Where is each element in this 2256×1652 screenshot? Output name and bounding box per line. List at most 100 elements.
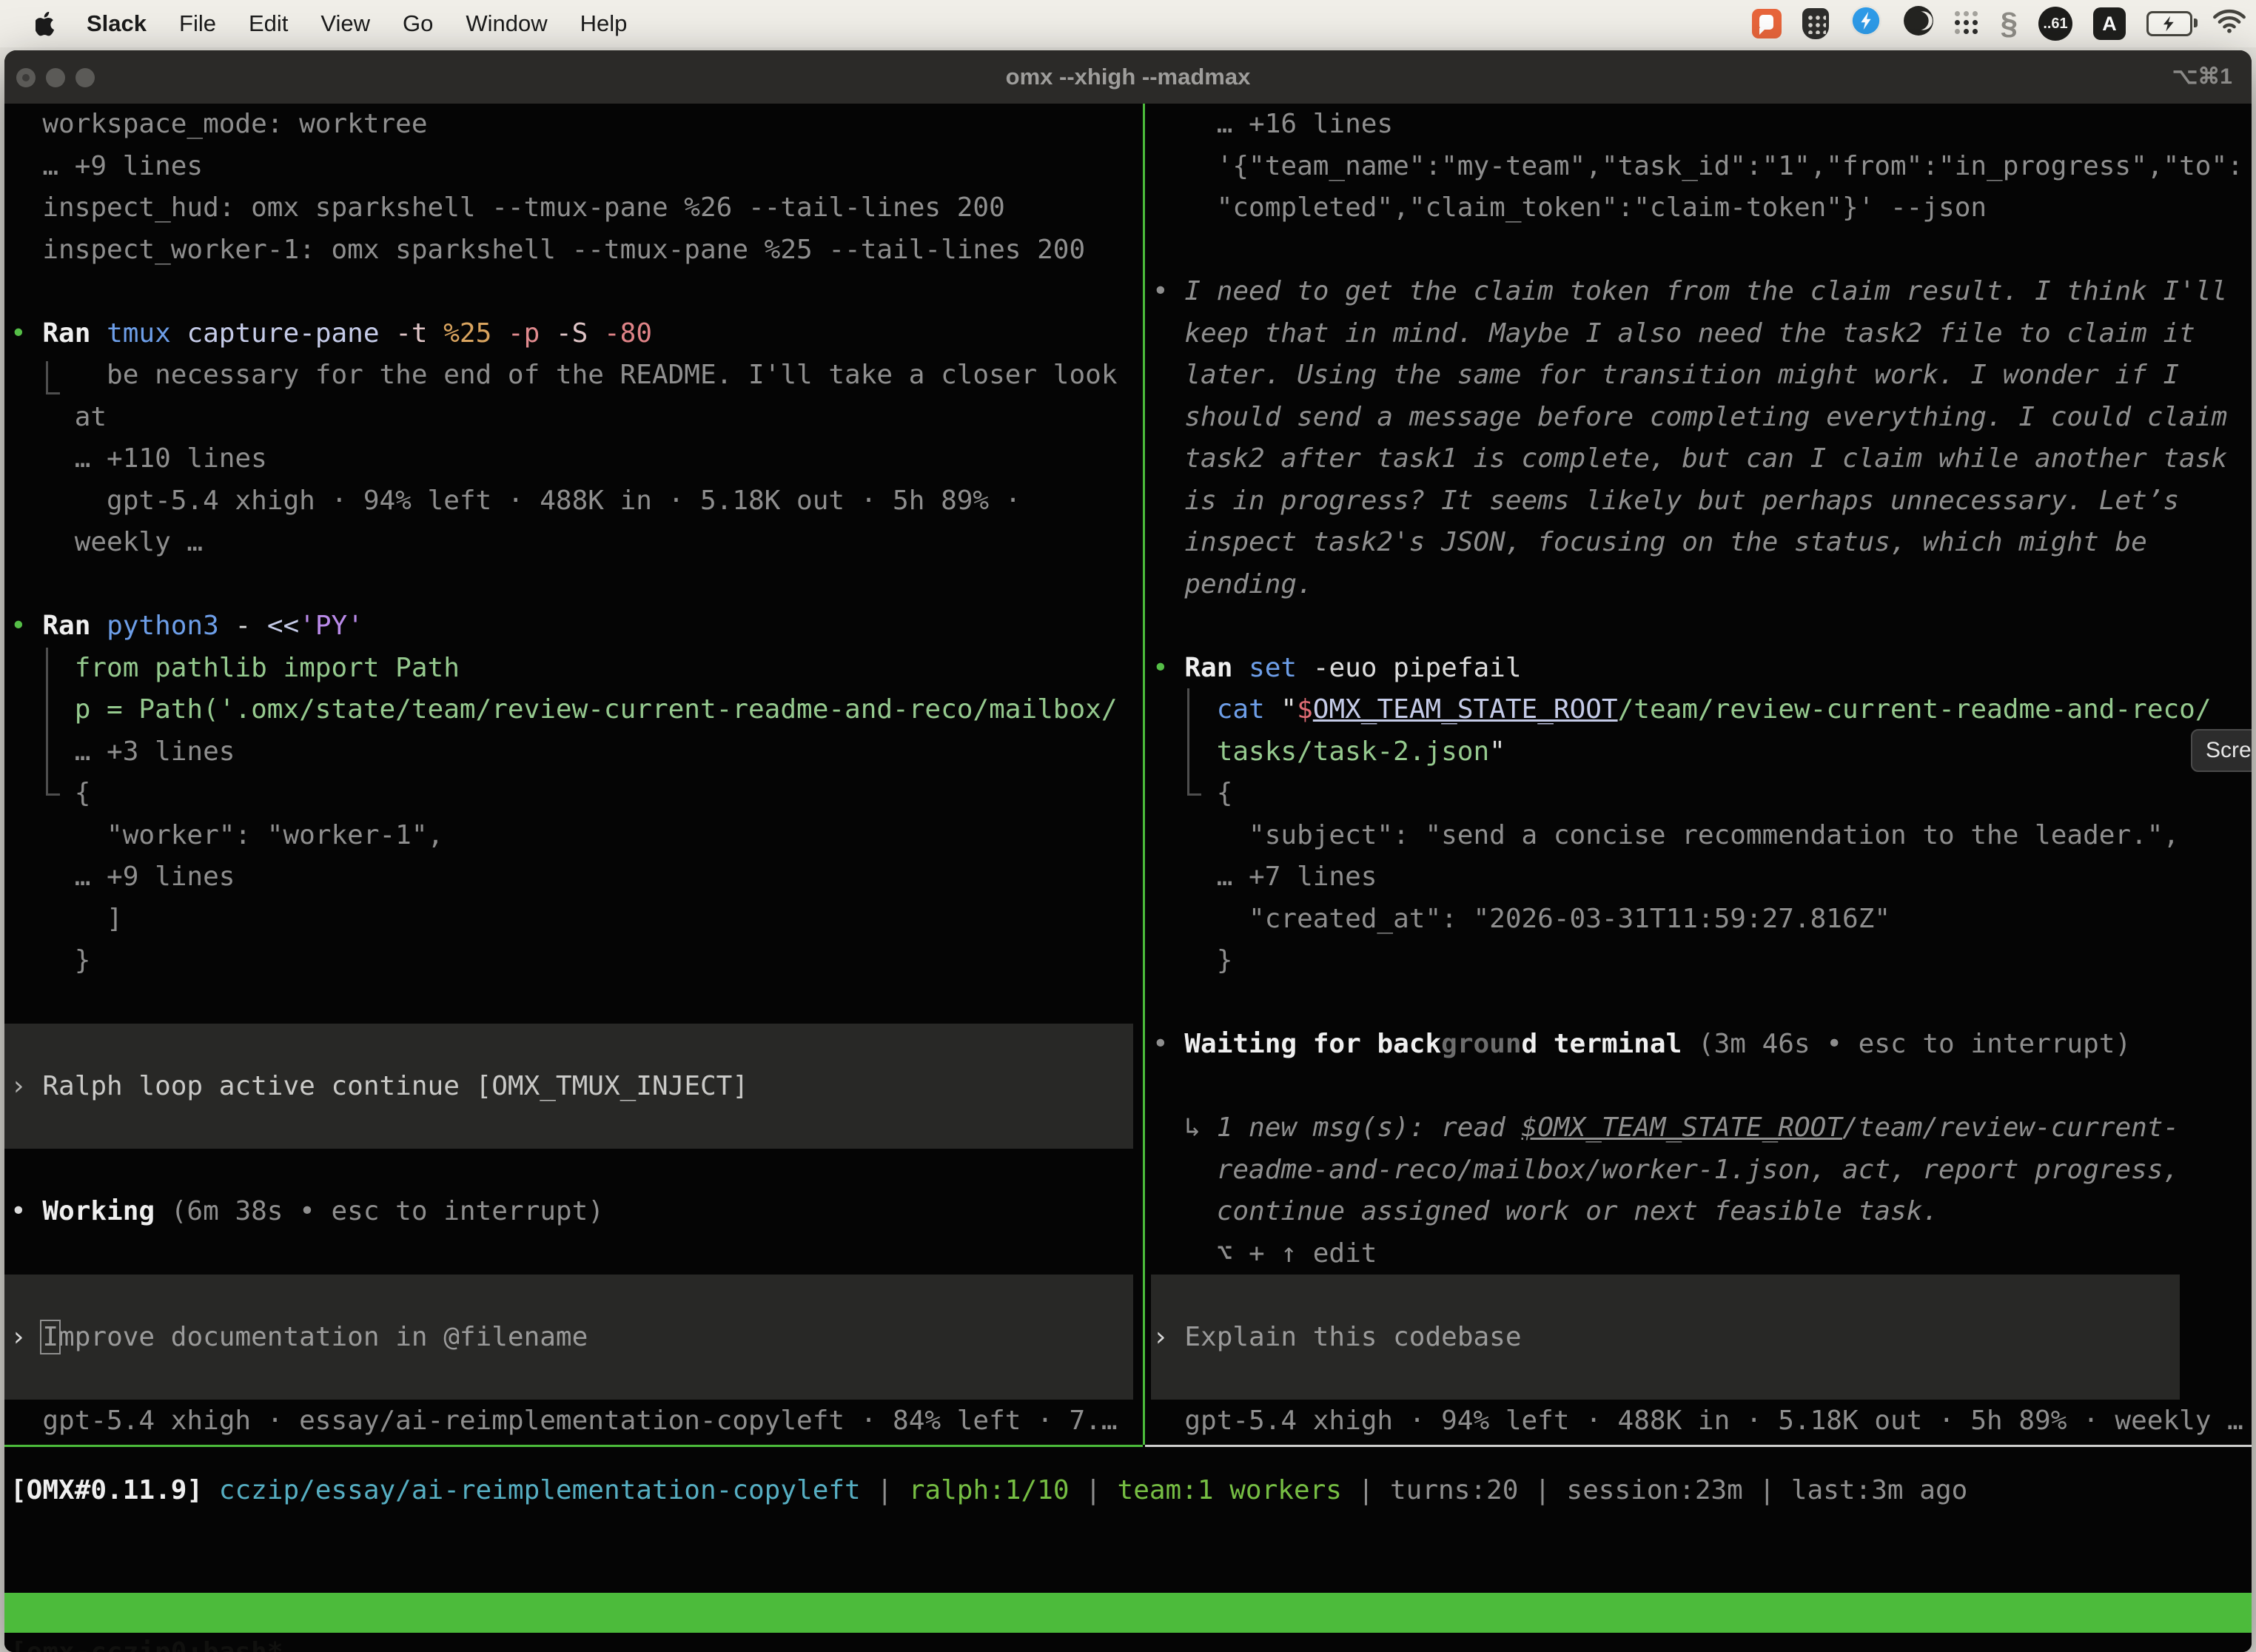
terminal-row: • Waiting for background terminal (3m 46… bbox=[1152, 1024, 2252, 1066]
pane-border-bottom-right bbox=[1145, 1445, 2252, 1447]
terminal-text: 1 new msg(s): read bbox=[1217, 1112, 1522, 1143]
terminal-row: should send a message before completing … bbox=[1152, 397, 2252, 439]
terminal-text: from pathlib import Path bbox=[10, 653, 460, 683]
terminal-text: cat bbox=[1217, 694, 1281, 725]
menu-item-file[interactable]: File bbox=[179, 10, 216, 37]
terminal-text: workspace_mode: worktree bbox=[10, 109, 428, 139]
battery-icon[interactable] bbox=[2146, 11, 2192, 36]
window-title: omx --xhigh --madmax bbox=[4, 50, 2252, 104]
terminal-text: " bbox=[1280, 694, 1297, 725]
status-icons: § ..61 A bbox=[1752, 0, 2246, 47]
chat-badge-icon[interactable] bbox=[1752, 9, 1782, 38]
terminal-row: • I need to get the claim token from the… bbox=[1152, 271, 2252, 313]
terminal-text: last:3m ago bbox=[1791, 1475, 1967, 1505]
terminal-row bbox=[1152, 1066, 2252, 1108]
terminal-row: gpt-5.4 xhigh · essay/ai-reimplementatio… bbox=[10, 1400, 1143, 1443]
terminal-row bbox=[1152, 229, 2252, 272]
terminal-text: • bbox=[1152, 1029, 1184, 1059]
terminal-text: ↳ bbox=[1152, 1112, 1217, 1143]
terminal-text: "completed","claim_token":"claim-token"}… bbox=[1152, 192, 1987, 223]
menu-item-window[interactable]: Window bbox=[466, 10, 547, 37]
terminal-text: … +3 lines bbox=[10, 736, 235, 767]
terminal-text: • bbox=[1152, 276, 1184, 306]
terminal-row: inspect_hud: omx sparkshell --tmux-pane … bbox=[10, 187, 1143, 229]
terminal-text: ⌥ + ↑ edit bbox=[1152, 1238, 1377, 1269]
terminal-text: • bbox=[1152, 653, 1184, 683]
screen-tooltip: Scre bbox=[2191, 729, 2252, 772]
badge-61-icon[interactable]: ..61 bbox=[2038, 7, 2072, 41]
terminal-row bbox=[1152, 982, 2252, 1024]
squiggle-icon[interactable]: § bbox=[2001, 8, 2018, 39]
terminal-text: weekly … bbox=[10, 527, 203, 557]
pane-border-bottom-left bbox=[4, 1445, 1143, 1447]
menu-item-help[interactable]: Help bbox=[580, 10, 628, 37]
terminal-text: … +9 lines bbox=[10, 862, 235, 892]
terminal-text: capture-pane bbox=[187, 318, 395, 349]
pane-divider[interactable] bbox=[1143, 104, 1145, 1445]
terminal-text: I need to get the claim token from the c… bbox=[1184, 276, 2227, 306]
wifi-icon[interactable] bbox=[2213, 8, 2246, 39]
battery-nub bbox=[2194, 19, 2198, 27]
shield-grid-icon[interactable] bbox=[1802, 8, 1829, 39]
terminal-row bbox=[10, 1233, 1143, 1275]
terminal-text: -p bbox=[508, 318, 556, 349]
screen: Slack File Edit View Go Window Help § ..61 A bbox=[0, 0, 2256, 1652]
terminal-text: Ran bbox=[1184, 653, 1249, 683]
terminal-row: from pathlib import Path bbox=[10, 648, 1143, 690]
terminal-row bbox=[10, 1149, 1143, 1192]
terminal-row: continue assigned work or next feasible … bbox=[1152, 1191, 2252, 1233]
terminal-text: 'PY' bbox=[299, 611, 363, 641]
terminal-text: session:23m bbox=[1566, 1475, 1742, 1505]
menu-item-edit[interactable]: Edit bbox=[249, 10, 288, 37]
terminal-row: '{"team_name":"my-team","task_id":"1","f… bbox=[1152, 146, 2252, 188]
terminal-text: gpt-5.4 xhigh · 94% left · 488K in · 5.1… bbox=[10, 486, 1021, 516]
terminal-text: … +9 lines bbox=[10, 151, 203, 181]
menu-item-view[interactable]: View bbox=[320, 10, 370, 37]
terminal-text: Working bbox=[42, 1196, 170, 1226]
blue-bolt-icon[interactable] bbox=[1850, 4, 1882, 43]
terminal-row: "created_at": "2026-03-31T11:59:27.816Z" bbox=[1152, 899, 2252, 941]
apple-logo-icon[interactable] bbox=[36, 12, 56, 36]
menu-items: Slack File Edit View Go Window Help bbox=[87, 10, 627, 37]
terminal-text: at bbox=[10, 402, 107, 432]
terminal-text: $ bbox=[1297, 694, 1313, 725]
terminal-text: - bbox=[235, 611, 266, 641]
terminal-text: /team/review-current- bbox=[1842, 1112, 2179, 1143]
window-shortcut-hint: ⌥⌘1 bbox=[2172, 50, 2232, 104]
terminal-row: keep that in mind. Maybe I also need the… bbox=[1152, 313, 2252, 355]
terminal-text: python3 bbox=[107, 611, 235, 641]
terminal-text: • bbox=[10, 318, 42, 349]
terminal-row: … +9 lines bbox=[10, 146, 1143, 188]
terminal-text: Ralph loop active continue [OMX_TMUX_INJ… bbox=[42, 1071, 748, 1101]
terminal-row: be necessary for the end of the README. … bbox=[10, 355, 1143, 397]
terminal-text bbox=[1152, 694, 1217, 725]
menu-item-go[interactable]: Go bbox=[403, 10, 433, 37]
terminal-text: (6m 38s • esc to interrupt) bbox=[171, 1196, 604, 1226]
terminal-text: keep that in mind. Maybe I also need the… bbox=[1152, 318, 2195, 349]
terminal-row: tasks/task-2.json" bbox=[1152, 731, 2252, 773]
terminal-row: task2 after task1 is complete, but can I… bbox=[1152, 438, 2252, 480]
terminal-text: | bbox=[861, 1475, 909, 1505]
terminal-text: p = Path('.omx/state/team/review-current… bbox=[10, 694, 1118, 725]
terminal-text: gpt-5.4 xhigh · essay/ai-reimplementatio… bbox=[10, 1406, 1118, 1436]
terminal-text: continue assigned work or next feasible … bbox=[1152, 1196, 1938, 1226]
terminal-text: groun bbox=[1441, 1029, 1521, 1059]
terminal-row: › Explain this codebase bbox=[1152, 1317, 2252, 1359]
terminal-row: } bbox=[10, 940, 1143, 982]
terminal-text: (3m 46s • esc to interrupt) bbox=[1698, 1029, 2131, 1059]
terminal-text: -euo pipefail bbox=[1313, 653, 1522, 683]
terminal-row: { bbox=[10, 773, 1143, 815]
terminal-text: Ran bbox=[42, 611, 107, 641]
terminal-row: p = Path('.omx/state/team/review-current… bbox=[10, 689, 1143, 731]
crescent-icon[interactable] bbox=[1903, 5, 1934, 42]
terminal-text: Waiting for back bbox=[1184, 1029, 1441, 1059]
dots-grid-dots bbox=[1955, 11, 1960, 16]
letter-a-icon[interactable]: A bbox=[2093, 7, 2126, 40]
window-title-bar[interactable]: omx --xhigh --madmax ⌥⌘1 bbox=[4, 50, 2252, 104]
menu-app-name[interactable]: Slack bbox=[87, 10, 147, 37]
terminal-row: • Ran tmux capture-pane -t %25 -p -S -80 bbox=[10, 313, 1143, 355]
terminal-text: -t bbox=[395, 318, 443, 349]
dots-grid-icon[interactable] bbox=[1955, 11, 1980, 36]
terminal-row: } bbox=[1152, 940, 2252, 982]
terminal-row bbox=[10, 982, 1143, 1024]
